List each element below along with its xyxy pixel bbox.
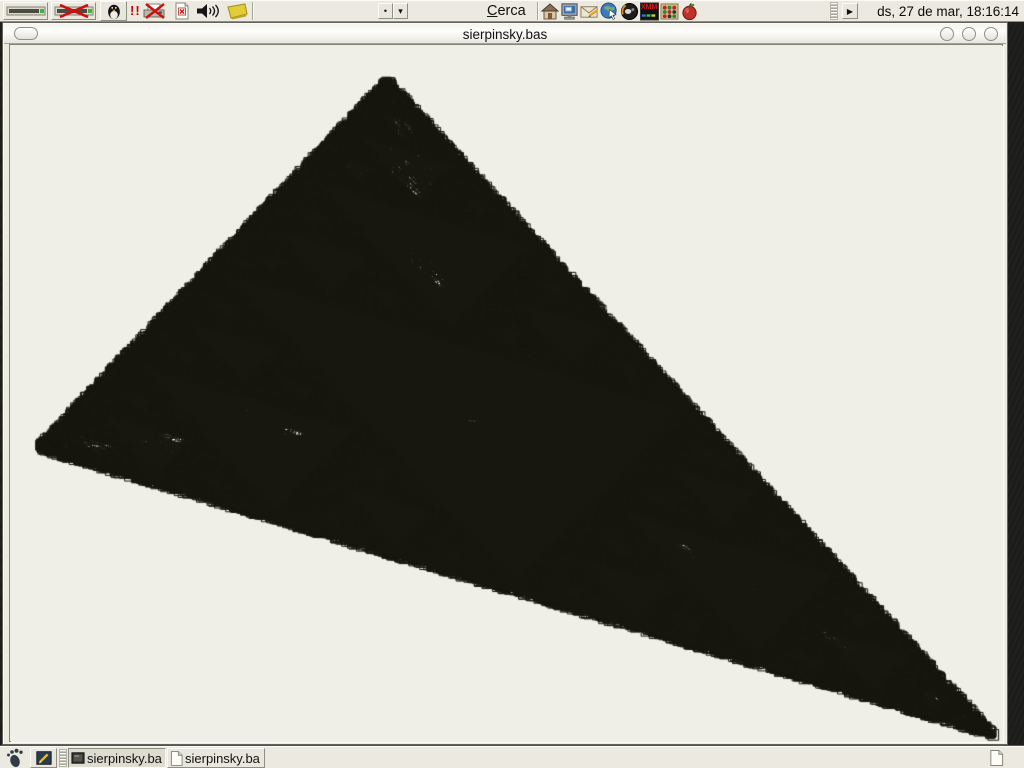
home-icon xyxy=(540,2,559,21)
pager-dot-glyph: • xyxy=(384,6,387,16)
modem-bar-icon xyxy=(6,4,46,18)
document-icon xyxy=(170,751,183,766)
task-button-program[interactable]: sierpinsky.ba xyxy=(68,748,166,768)
desktop-page-icon xyxy=(989,750,1004,766)
print-queue-applet[interactable] xyxy=(141,2,169,20)
gnome-foot-icon xyxy=(5,748,25,768)
launcher-game[interactable] xyxy=(659,1,679,21)
pager-dot-button[interactable]: • xyxy=(378,3,393,19)
panel-drag-handle[interactable] xyxy=(830,2,838,20)
close-button[interactable] xyxy=(984,27,998,41)
mail-compose-icon xyxy=(580,2,599,21)
bottom-panel: sierpinsky.ba sierpinsky.ba xyxy=(0,746,1024,768)
document-error-applet[interactable] xyxy=(171,2,193,20)
speaker-icon xyxy=(195,2,221,20)
page-x-icon xyxy=(173,2,191,20)
maximize-button[interactable] xyxy=(962,27,976,41)
editor-launcher-button[interactable] xyxy=(30,748,57,768)
arrow-right-icon: ▶ xyxy=(847,7,853,16)
gnome-menu-button[interactable] xyxy=(2,748,28,768)
monitor-icon xyxy=(560,2,579,21)
minimize-button[interactable] xyxy=(940,27,954,41)
chevron-down-icon: ▾ xyxy=(398,6,403,17)
task-label: sierpinsky.ba xyxy=(185,751,260,766)
launcher-media[interactable] xyxy=(619,1,639,21)
top-panel: !! • ▾ xyxy=(0,0,1024,22)
alert-badge: !! xyxy=(130,3,141,18)
window-menu-button[interactable] xyxy=(14,27,38,40)
dark-disc-icon xyxy=(620,2,639,21)
tux-monitor-applet[interactable] xyxy=(100,1,127,21)
launcher-home[interactable] xyxy=(539,1,559,21)
sticky-note-icon xyxy=(226,2,248,20)
balls-grid-icon xyxy=(660,2,679,21)
modem-status-applet[interactable] xyxy=(3,2,48,20)
window-content xyxy=(9,44,1003,742)
window-title: sierpinsky.bas xyxy=(463,24,548,44)
modem-bar-x-icon xyxy=(54,4,94,18)
tasklist-arrow-button[interactable]: ▶ xyxy=(842,3,858,19)
menu-label-rest: erca xyxy=(497,3,525,19)
menu-cerca[interactable]: Cerca xyxy=(483,1,530,21)
show-desktop-button[interactable] xyxy=(986,749,1006,767)
app-window: sierpinsky.bas xyxy=(2,22,1008,745)
pen-document-icon xyxy=(35,749,53,767)
launcher-display[interactable] xyxy=(559,1,579,21)
penguin-icon xyxy=(105,2,123,20)
modem-disconnected-applet[interactable] xyxy=(51,2,96,20)
apple-icon xyxy=(680,2,699,21)
titlebar[interactable]: sierpinsky.bas xyxy=(4,24,1006,44)
menu-accelerator: C xyxy=(487,3,497,19)
launcher-apple[interactable] xyxy=(679,1,699,21)
launcher-browser[interactable] xyxy=(599,1,619,21)
volume-applet[interactable] xyxy=(194,2,222,20)
clock-applet: ds, 27 de mar, 18:16:14 xyxy=(877,0,1019,22)
notes-applet[interactable] xyxy=(224,2,250,20)
panel-separator xyxy=(252,2,254,20)
fractal-canvas xyxy=(11,46,1003,742)
pager-arrow-button[interactable]: ▾ xyxy=(393,3,408,19)
task-button-document[interactable]: sierpinsky.ba xyxy=(167,748,265,768)
launcher-mail[interactable] xyxy=(579,1,599,21)
terminal-window-icon xyxy=(71,751,85,765)
panel-drag-handle[interactable] xyxy=(59,749,67,767)
task-label: sierpinsky.ba xyxy=(87,751,162,766)
xmms-label: XMM xyxy=(641,4,657,11)
globe-cursor-icon xyxy=(600,2,619,21)
launcher-xmms[interactable]: XMM xyxy=(639,1,659,21)
printer-x-icon xyxy=(142,2,168,20)
